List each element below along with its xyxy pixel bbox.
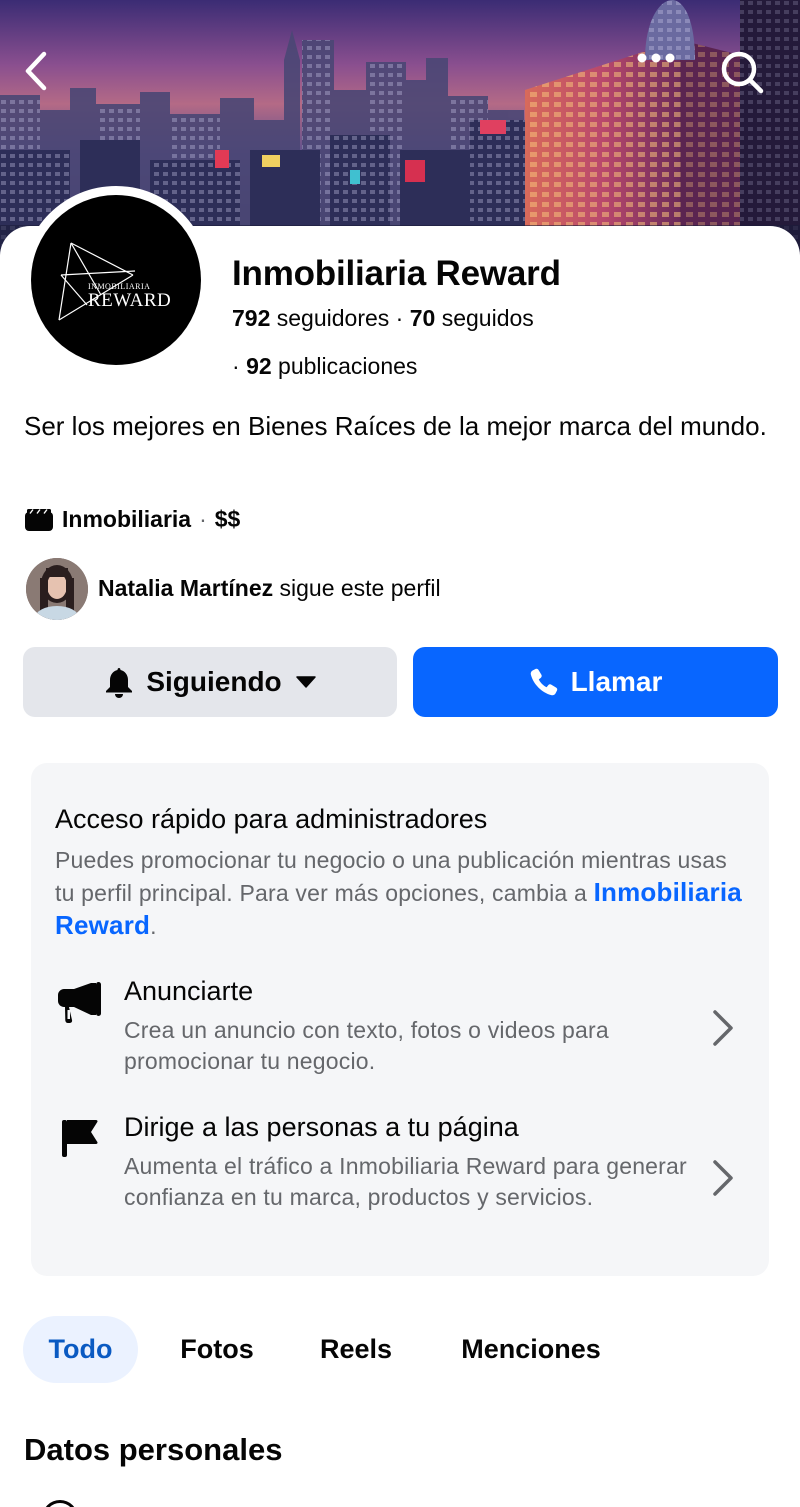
page-title: Inmobiliaria Reward	[232, 254, 561, 293]
posts-prefix: ·	[232, 353, 247, 379]
phone-icon	[529, 667, 559, 697]
posts-label: publicaciones	[271, 353, 418, 379]
price-range: $$	[214, 506, 241, 532]
drive-traffic-description: Aumenta el tráfico a Inmobiliaria Reward…	[124, 1153, 687, 1210]
caret-down-icon	[295, 676, 316, 688]
admin-card-title: Acceso rápido para administradores	[55, 804, 488, 834]
profile-bio: Ser los mejores en Bienes Raíces de la m…	[24, 411, 767, 441]
posts-count: 92	[246, 353, 272, 379]
megaphone-icon	[55, 978, 103, 1026]
tab-photos[interactable]: Fotos	[162, 1316, 272, 1383]
mutual-follower-text: Natalia Martínez sigue este perfil	[98, 575, 441, 602]
more-options-button[interactable]	[636, 52, 686, 98]
following-button[interactable]: Siguiendo	[23, 647, 397, 717]
chevron-right-icon	[707, 1158, 739, 1198]
chevron-right-icon	[707, 1008, 739, 1048]
search-button[interactable]	[718, 48, 774, 102]
profile-avatar[interactable]	[31, 195, 201, 365]
category-label[interactable]: Inmobiliaria	[62, 506, 191, 533]
advertise-action[interactable]: Anunciarte Crea un anuncio con texto, fo…	[31, 970, 769, 1090]
tab-reels[interactable]: Reels	[303, 1316, 409, 1383]
advertise-title: Anunciarte	[124, 976, 254, 1006]
tab-all[interactable]: Todo	[23, 1316, 138, 1383]
call-button[interactable]: Llamar	[413, 647, 778, 717]
followers-label: seguidores ·	[270, 305, 410, 331]
following-count[interactable]: 70	[410, 305, 436, 331]
drive-traffic-title: Dirige a las personas a tu página	[124, 1112, 519, 1142]
friend-avatar[interactable]	[26, 558, 88, 620]
personal-info-heading: Datos personales	[24, 1432, 283, 1467]
more-dots-icon	[637, 53, 675, 63]
posts-stats: · 92 publicaciones	[232, 353, 417, 380]
mutual-follower-name[interactable]: Natalia Martínez	[98, 575, 273, 601]
call-button-label: Llamar	[570, 666, 663, 697]
logo-big-text: REWARD	[88, 290, 172, 311]
followers-count[interactable]: 792	[232, 305, 270, 331]
follow-stats: 792 seguidores · 70 seguidos	[232, 305, 534, 332]
category-row: Inmobiliaria · $$	[24, 506, 240, 533]
flag-icon	[55, 1112, 103, 1160]
advertise-description: Crea un anuncio con texto, fotos o video…	[124, 1017, 609, 1074]
chevron-left-icon	[25, 51, 47, 91]
category-separator: ·	[199, 506, 207, 532]
clapperboard-icon	[24, 508, 54, 532]
drive-traffic-action[interactable]: Dirige a las personas a tu página Aument…	[31, 1106, 769, 1256]
tab-mentions[interactable]: Menciones	[440, 1316, 622, 1383]
reward-logo-icon	[58, 242, 136, 321]
following-button-label: Siguiendo	[146, 666, 282, 697]
admin-description-suffix: .	[150, 913, 157, 939]
bell-icon	[104, 666, 134, 698]
back-button[interactable]	[22, 50, 70, 98]
mutual-follower-suffix: sigue este perfil	[273, 575, 441, 601]
admin-card-description: Puedes promocionar tu negocio o una publ…	[55, 844, 745, 942]
search-icon	[721, 51, 764, 94]
following-label: seguidos	[435, 305, 534, 331]
